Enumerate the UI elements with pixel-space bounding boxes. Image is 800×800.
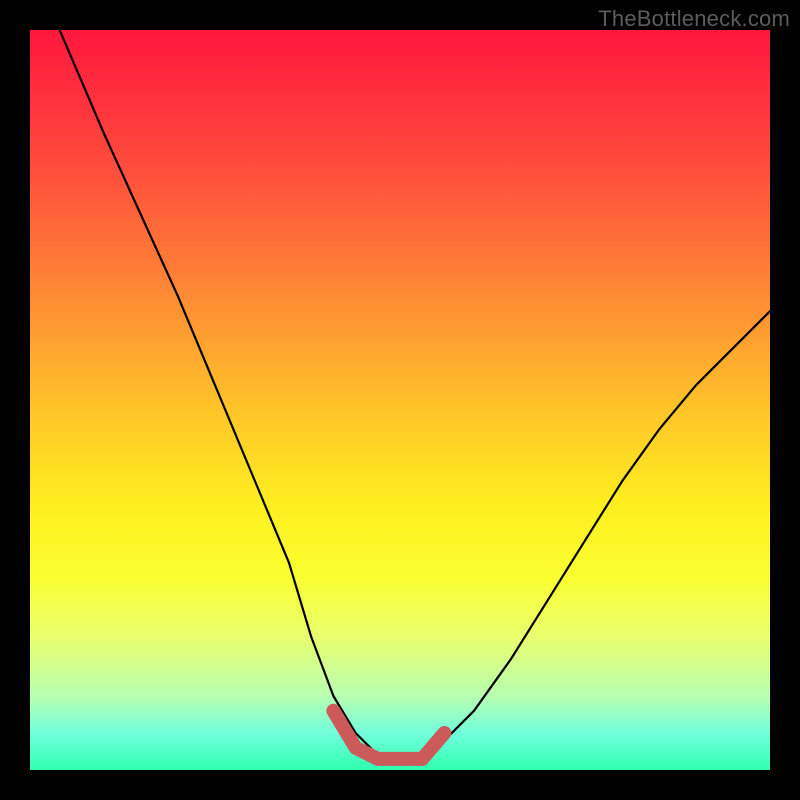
curve-layer: [30, 30, 770, 770]
chart-frame: TheBottleneck.com: [0, 0, 800, 800]
series-sweet-spot-highlight: [333, 711, 444, 759]
watermark-text: TheBottleneck.com: [598, 6, 790, 32]
series-bottleneck-curve: [60, 30, 770, 755]
plot-area: [30, 30, 770, 770]
